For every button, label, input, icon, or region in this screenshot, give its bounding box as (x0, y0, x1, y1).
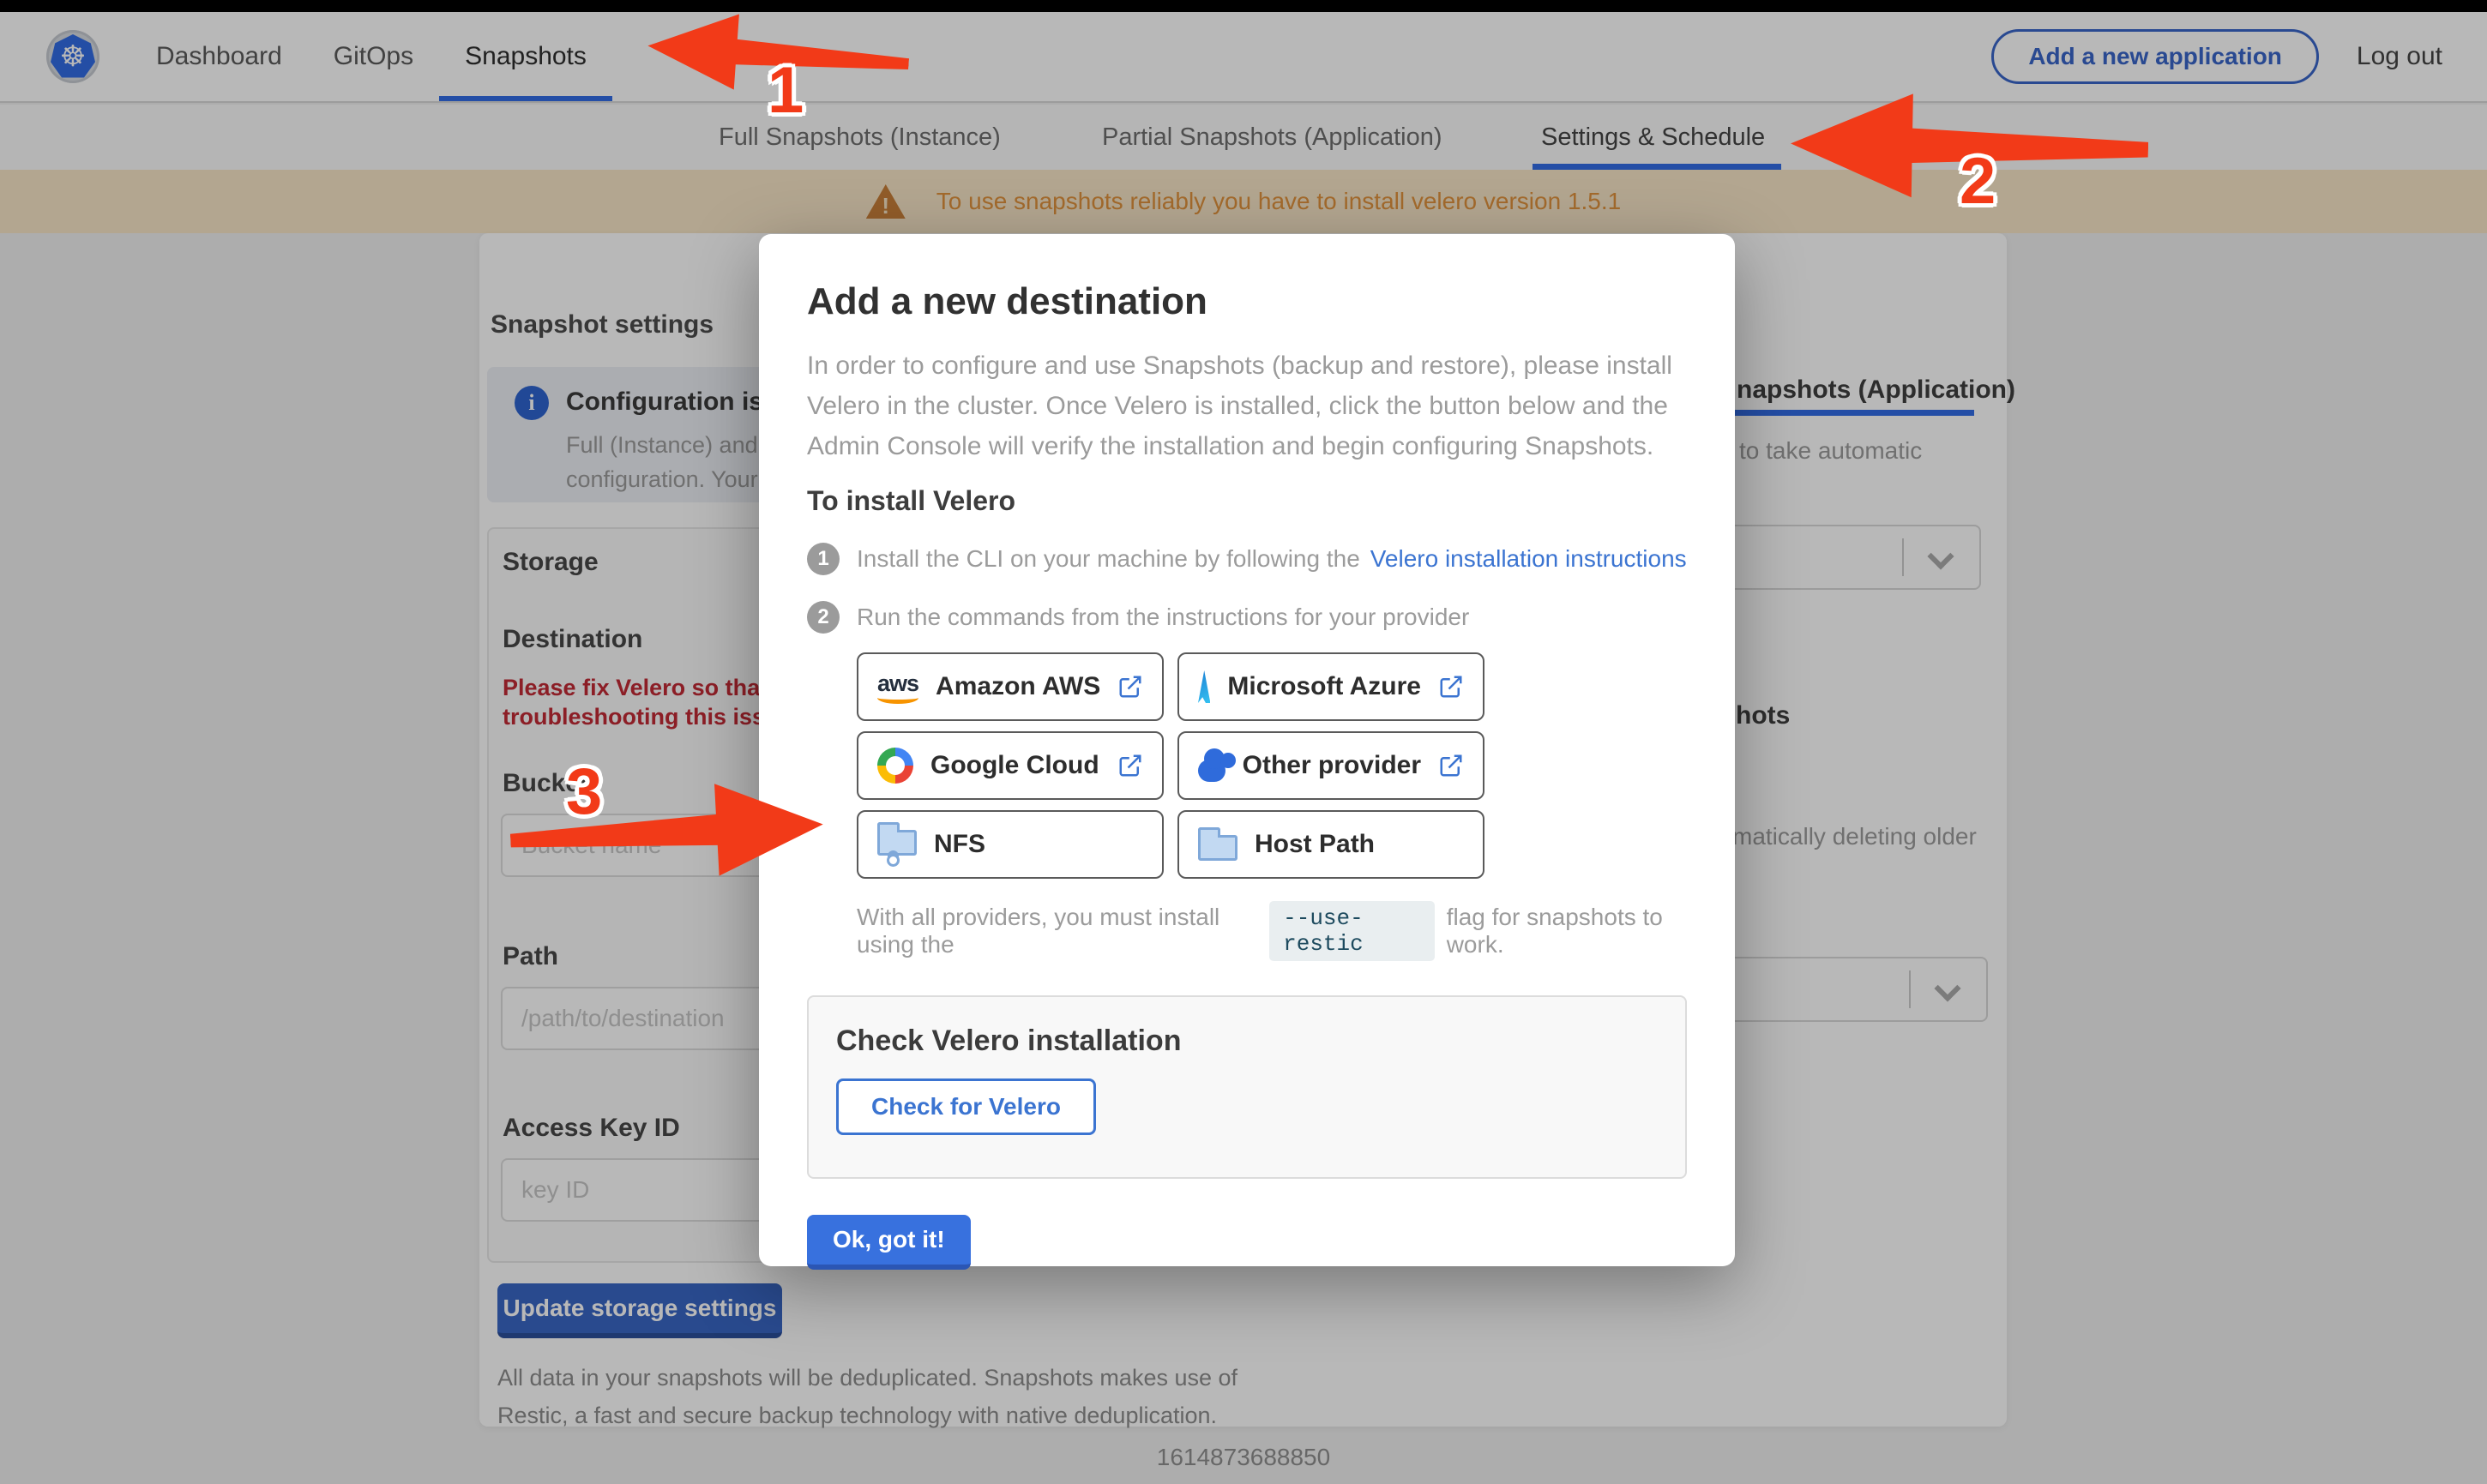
modal-paragraph: In order to configure and use Snapshots … (807, 345, 1673, 466)
google-cloud-icon (877, 748, 913, 784)
cloud-icon (1198, 760, 1225, 782)
provider-host-path-button[interactable]: Host Path (1177, 810, 1484, 879)
external-link-icon (1438, 753, 1464, 778)
step-text: Run the commands from the instructions f… (857, 604, 1469, 631)
azure-icon (1198, 670, 1210, 703)
annotation-number-2: 2 (1960, 144, 1996, 219)
provider-microsoft-azure-button[interactable]: Microsoft Azure (1177, 652, 1484, 721)
annotation-number-3: 3 (566, 754, 602, 829)
provider-other-button[interactable]: Other provider (1177, 731, 1484, 800)
ok-got-it-button[interactable]: Ok, got it! (807, 1215, 971, 1270)
check-velero-panel: Check Velero installation Check for Vele… (807, 995, 1687, 1179)
provider-nfs-button[interactable]: NFS (857, 810, 1164, 879)
restic-note: With all providers, you must install usi… (857, 901, 1687, 961)
install-velero-heading: To install Velero (807, 485, 1687, 517)
check-for-velero-button[interactable]: Check for Velero (836, 1078, 1096, 1135)
use-restic-code-chip: --use-restic (1269, 901, 1435, 961)
provider-google-cloud-button[interactable]: Google Cloud (857, 731, 1164, 800)
annotation-number-1: 1 (768, 53, 804, 128)
folder-icon (1198, 835, 1237, 861)
provider-button-grid: aws Amazon AWS Microsoft Azure Google Cl… (857, 652, 1687, 879)
add-destination-modal: Add a new destination In order to config… (759, 234, 1735, 1266)
step-number-badge: 1 (807, 543, 840, 575)
velero-install-instructions-link[interactable]: Velero installation instructions (1370, 545, 1687, 572)
install-step-1: 1 Install the CLI on your machine by fol… (807, 543, 1687, 575)
install-step-2: 2 Run the commands from the instructions… (807, 601, 1687, 634)
modal-title: Add a new destination (807, 280, 1687, 323)
external-link-icon (1438, 674, 1464, 700)
external-link-icon (1117, 674, 1143, 700)
nfs-folder-icon (877, 830, 917, 856)
provider-amazon-aws-button[interactable]: aws Amazon AWS (857, 652, 1164, 721)
step-number-badge: 2 (807, 601, 840, 634)
check-velero-title: Check Velero installation (836, 1024, 1658, 1058)
aws-icon: aws (877, 670, 918, 704)
step-text: Install the CLI on your machine by follo… (857, 545, 1687, 573)
external-link-icon (1117, 753, 1143, 778)
